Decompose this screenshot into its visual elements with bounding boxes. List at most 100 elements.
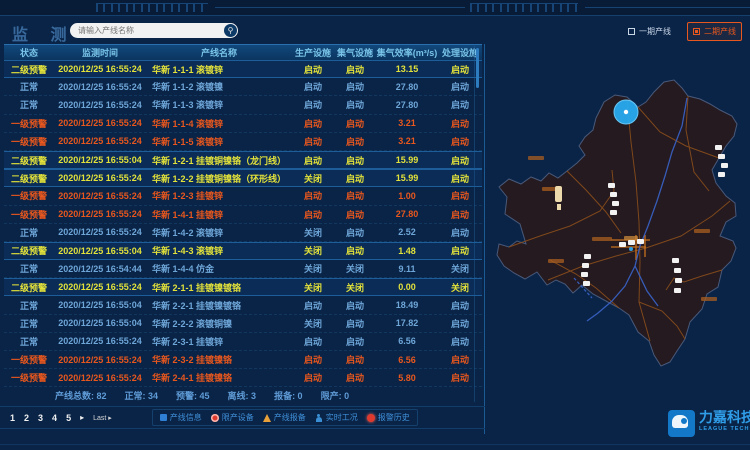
- cell-efficiency: 2.52: [376, 227, 438, 237]
- summary-item: 报备: 0: [274, 389, 303, 402]
- table-row[interactable]: 一级预警 2020/12/25 16:55:24 华新 1-2-3 挂镀锌 启动…: [4, 187, 482, 205]
- table-row[interactable]: 二级预警 2020/12/25 16:55:24 华新 1-2-2 挂镀铜镍铬（…: [4, 169, 482, 187]
- brand-subtitle: LEAGUE TECH: [699, 427, 750, 433]
- search-input[interactable]: [70, 26, 224, 35]
- page-number-button[interactable]: 1: [10, 413, 15, 423]
- cell-production-facility: 关闭: [292, 317, 334, 330]
- legend-triangle[interactable]: 产线报备: [263, 412, 306, 423]
- cell-status: 正常: [4, 299, 54, 312]
- table-row[interactable]: 一级预警 2020/12/25 16:55:24 华新 2-4-1 挂镀镍铬 启…: [4, 369, 482, 387]
- cell-treatment-facility: 启动: [438, 335, 482, 348]
- column-header: 集气设施: [334, 46, 376, 59]
- page-number-button[interactable]: 5: [66, 413, 71, 423]
- table-row[interactable]: 正常 2020/12/25 16:55:24 华新 2-3-1 挂镀锌 启动 启…: [4, 333, 482, 351]
- cell-line-name: 华新 1-1-4 滚镀锌: [146, 117, 292, 130]
- page-number-button[interactable]: 4: [52, 413, 57, 423]
- cell-treatment-facility: 启动: [438, 299, 482, 312]
- phase-filter-group: 一期产线 二期产线: [622, 22, 742, 41]
- table-row[interactable]: 二级预警 2020/12/25 16:55:04 华新 1-2-1 挂镀铜镍铬（…: [4, 151, 482, 169]
- cell-gas-facility: 启动: [334, 117, 376, 130]
- scrollbar-track: [474, 44, 475, 402]
- table-row[interactable]: 一级预警 2020/12/25 16:55:24 华新 1-1-4 滚镀锌 启动…: [4, 115, 482, 133]
- last-page-button[interactable]: Last ▸: [93, 414, 112, 422]
- cell-treatment-facility: 启动: [438, 154, 482, 167]
- cell-status: 二级预警: [4, 63, 54, 76]
- cell-status: 一级预警: [4, 208, 54, 221]
- table-row[interactable]: 正常 2020/12/25 16:55:04 华新 2-2-1 挂镀镍镀铬 启动…: [4, 296, 482, 314]
- phase-filter-checkbox[interactable]: 二期产线: [687, 22, 742, 41]
- cell-efficiency: 15.99: [376, 155, 438, 165]
- table-row[interactable]: 一级预警 2020/12/25 16:55:24 华新 1-4-1 挂镀锌 启动…: [4, 206, 482, 224]
- table-row[interactable]: 正常 2020/12/25 16:55:24 华新 1-1-3 滚镀锌 启动 启…: [4, 96, 482, 114]
- cell-line-name: 华新 2-3-2 挂镀镍铬: [146, 353, 292, 366]
- district-map[interactable]: [488, 50, 750, 410]
- cell-time: 2020/12/25 16:55:04: [54, 300, 146, 310]
- search-icon[interactable]: ⚲: [224, 24, 237, 37]
- cell-gas-facility: 启动: [334, 244, 376, 257]
- cell-time: 2020/12/25 16:55:24: [54, 227, 146, 237]
- page-title: 监 测: [12, 21, 75, 45]
- cell-treatment-facility: 启动: [438, 117, 482, 130]
- legend-person[interactable]: 实时工况: [315, 412, 358, 423]
- table-row[interactable]: 正常 2020/12/25 16:55:24 华新 1-1-2 滚镀镍 启动 启…: [4, 78, 482, 96]
- summary-item: 正常: 34: [125, 389, 159, 402]
- cell-gas-facility: 启动: [334, 80, 376, 93]
- cell-status: 正常: [4, 226, 54, 239]
- monitoring-dashboard: 监 测 ⚲ 一期产线 二期产线 状态监测时间产线名称生产设施集气设施集气效率(m…: [0, 0, 750, 450]
- cell-time: 2020/12/25 16:55:24: [54, 173, 146, 183]
- legend-bell[interactable]: 报警历史: [367, 412, 410, 423]
- table-row[interactable]: 正常 2020/12/25 16:55:04 华新 2-2-2 滚镀铜镍 关闭 …: [4, 315, 482, 333]
- cell-efficiency: 3.21: [376, 136, 438, 146]
- table-row[interactable]: 二级预警 2020/12/25 16:55:24 华新 2-1-1 挂镀镍镀铬 …: [4, 278, 482, 296]
- table-row[interactable]: 正常 2020/12/25 16:55:24 华新 1-4-2 滚镀锌 关闭 启…: [4, 224, 482, 242]
- cell-status: 二级预警: [4, 172, 54, 185]
- summary-item: 限产: 0: [321, 389, 350, 402]
- cell-time: 2020/12/25 16:55:04: [54, 318, 146, 328]
- line-report-icon: [263, 414, 271, 422]
- legend-circle[interactable]: 限产设备: [211, 412, 254, 423]
- cell-production-facility: 启动: [292, 117, 334, 130]
- cell-gas-facility: 关闭: [334, 262, 376, 275]
- cell-line-name: 华新 2-1-1 挂镀镍镀铬: [146, 281, 292, 294]
- cell-status: 正常: [4, 317, 54, 330]
- scrollbar-thumb[interactable]: [476, 48, 479, 88]
- cell-status: 一级预警: [4, 189, 54, 202]
- legend-square[interactable]: 产线信息: [160, 412, 202, 423]
- search-box: ⚲: [70, 23, 238, 38]
- next-page-button[interactable]: ▸: [80, 413, 84, 422]
- alarm-history-icon: [367, 414, 375, 422]
- cell-line-name: 华新 2-2-1 挂镀镍镀铬: [146, 299, 292, 312]
- page-number-button[interactable]: 2: [24, 413, 29, 423]
- cell-treatment-facility: 启动: [438, 353, 482, 366]
- cell-treatment-facility: 关闭: [438, 281, 482, 294]
- cell-status: 二级预警: [4, 154, 54, 167]
- decor-line: [215, 7, 465, 8]
- table-row[interactable]: 正常 2020/12/25 16:54:44 华新 1-4-4 仿金 关闭 关闭…: [4, 260, 482, 278]
- cell-gas-facility: 启动: [334, 189, 376, 202]
- cell-status: 二级预警: [4, 281, 54, 294]
- cell-efficiency: 1.00: [376, 191, 438, 201]
- cell-line-name: 华新 1-2-2 挂镀铜镍铬（环形线）: [146, 172, 292, 185]
- cell-time: 2020/12/25 16:55:04: [54, 155, 146, 165]
- cell-gas-facility: 启动: [334, 371, 376, 384]
- summary-bar: 产线总数: 82正常: 34预警: 45离线: 3报备: 0限产: 0: [55, 389, 349, 402]
- table-row[interactable]: 一级预警 2020/12/25 16:55:24 华新 1-1-5 滚镀锌 启动…: [4, 133, 482, 151]
- phase-filter-checkbox[interactable]: 一期产线: [622, 22, 677, 41]
- cell-treatment-facility: 启动: [438, 208, 482, 221]
- cell-time: 2020/12/25 16:55:24: [54, 209, 146, 219]
- cell-production-facility: 启动: [292, 80, 334, 93]
- cell-time: 2020/12/25 16:54:44: [54, 264, 146, 274]
- league-tech-logo-icon[interactable]: [668, 410, 695, 437]
- table-header-row: 状态监测时间产线名称生产设施集气设施集气效率(m³/s)处理设施: [4, 44, 482, 60]
- table-row[interactable]: 一级预警 2020/12/25 16:55:24 华新 2-3-2 挂镀镍铬 启…: [4, 351, 482, 369]
- monitoring-table: 状态监测时间产线名称生产设施集气设施集气效率(m³/s)处理设施 二级预警 20…: [4, 44, 482, 387]
- cell-line-name: 华新 1-4-3 滚镀锌: [146, 244, 292, 257]
- page-number-button[interactable]: 3: [38, 413, 43, 423]
- table-row[interactable]: 二级预警 2020/12/25 16:55:04 华新 1-4-3 滚镀锌 关闭…: [4, 242, 482, 260]
- cell-line-name: 华新 1-4-2 滚镀锌: [146, 226, 292, 239]
- cell-treatment-facility: 启动: [438, 172, 482, 185]
- cell-status: 一级预警: [4, 117, 54, 130]
- cell-production-facility: 启动: [292, 335, 334, 348]
- table-row[interactable]: 二级预警 2020/12/25 16:55:24 华新 1-1-1 滚镀锌 启动…: [4, 60, 482, 78]
- column-header: 集气效率(m³/s): [376, 46, 438, 59]
